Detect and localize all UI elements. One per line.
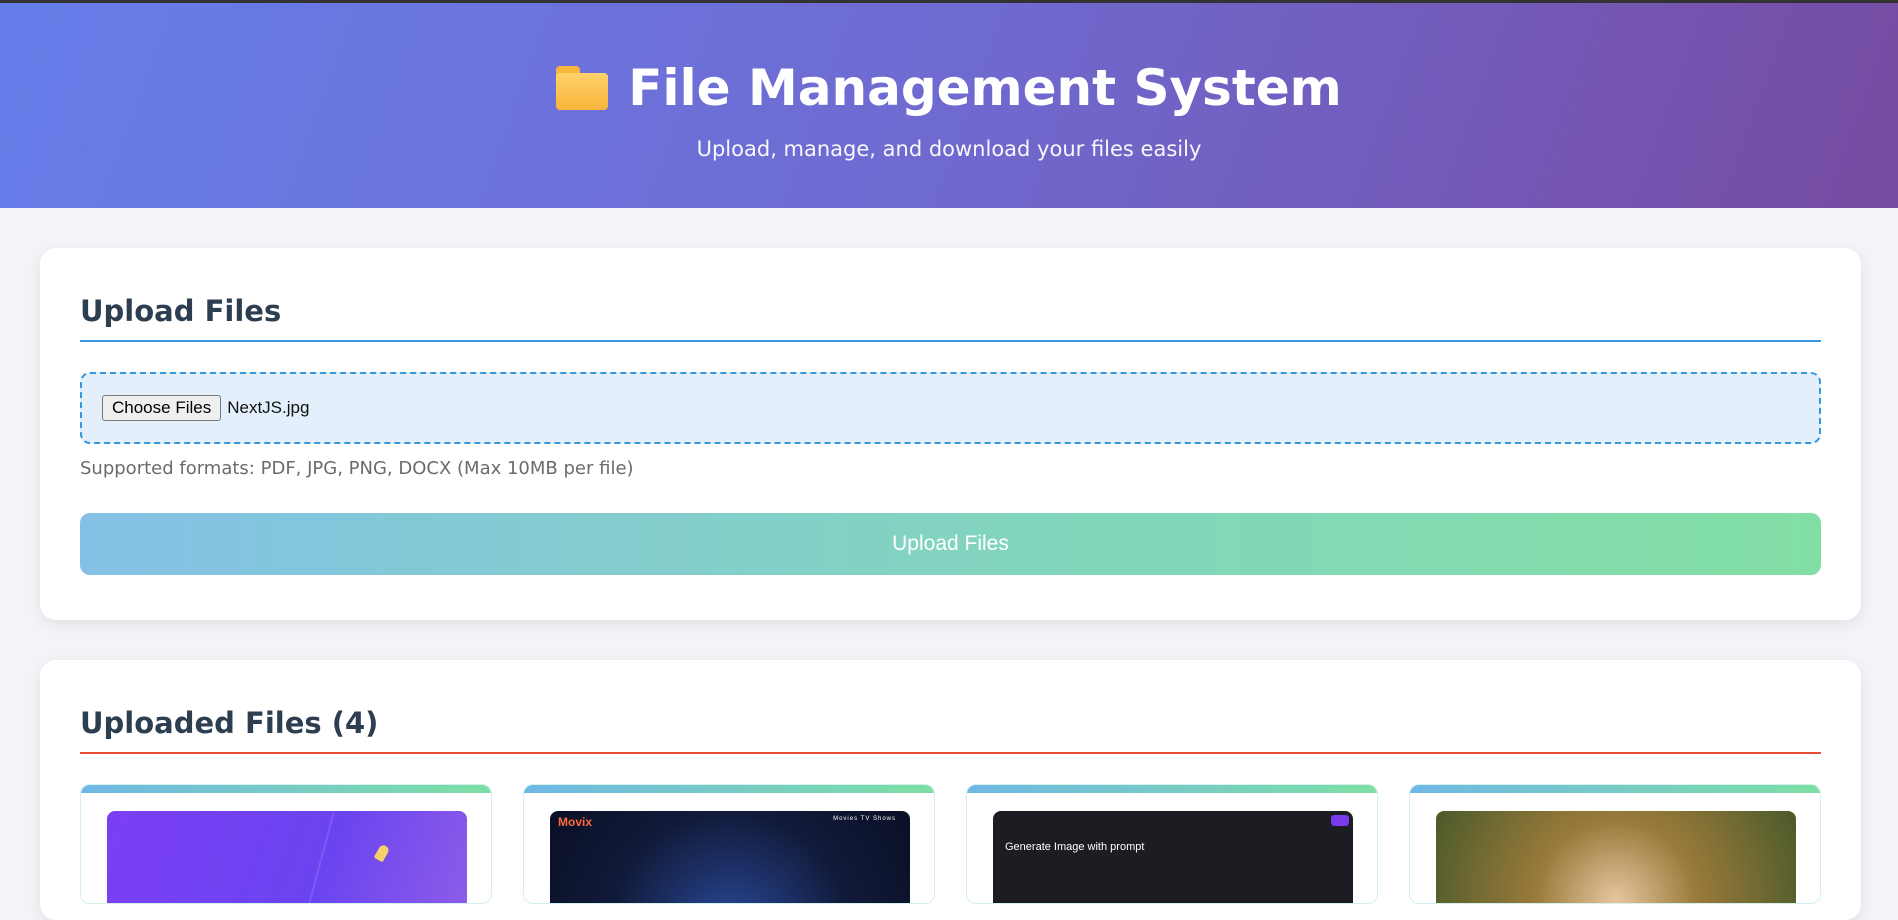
file-card-accent-bar (1410, 785, 1820, 793)
file-dropzone[interactable]: Choose Files NextJS.jpg (80, 372, 1821, 444)
page-title: File Management System (628, 59, 1342, 117)
choose-files-button[interactable]: Choose Files (102, 395, 222, 421)
folder-icon (556, 66, 609, 110)
file-card-accent-bar (81, 785, 491, 793)
thumbnail-title-text: Generate Image with prompt (1005, 841, 1145, 853)
supported-formats-hint: Supported formats: PDF, JPG, PNG, DOCX (… (80, 458, 634, 479)
page-subtitle: Upload, manage, and download your files … (696, 137, 1202, 161)
uploaded-files-section: Uploaded Files (4) Movix Movies TV Shows… (40, 660, 1861, 920)
thumbnail-logo-text: Movix (558, 815, 593, 829)
selected-file-name: NextJS.jpg (227, 398, 310, 417)
file-card[interactable] (80, 784, 492, 904)
file-thumbnail[interactable]: Generate Image with prompt (993, 811, 1353, 903)
file-card[interactable]: Generate Image with prompt (966, 784, 1378, 904)
page-title-row: File Management System (0, 59, 1898, 117)
upload-section: Upload Files Choose Files NextJS.jpg Sup… (40, 248, 1861, 620)
upload-section-title: Upload Files (80, 248, 1821, 342)
file-card[interactable]: Movix Movies TV Shows (523, 784, 935, 904)
file-grid: Movix Movies TV Shows Generate Image wit… (80, 784, 1821, 904)
thumbnail-badge (1331, 815, 1349, 826)
file-thumbnail[interactable] (107, 811, 467, 903)
upload-files-button[interactable]: Upload Files (80, 513, 1821, 575)
page-header: File Management System Upload, manage, a… (0, 3, 1898, 208)
rocket-icon (373, 843, 391, 863)
file-thumbnail[interactable]: Movix Movies TV Shows (550, 811, 910, 903)
file-thumbnail[interactable] (1436, 811, 1796, 903)
thumbnail-nav-text: Movies TV Shows (833, 816, 896, 822)
file-card-accent-bar (967, 785, 1377, 793)
file-card-accent-bar (524, 785, 934, 793)
file-card[interactable] (1409, 784, 1821, 904)
uploaded-files-title: Uploaded Files (4) (80, 660, 1821, 754)
